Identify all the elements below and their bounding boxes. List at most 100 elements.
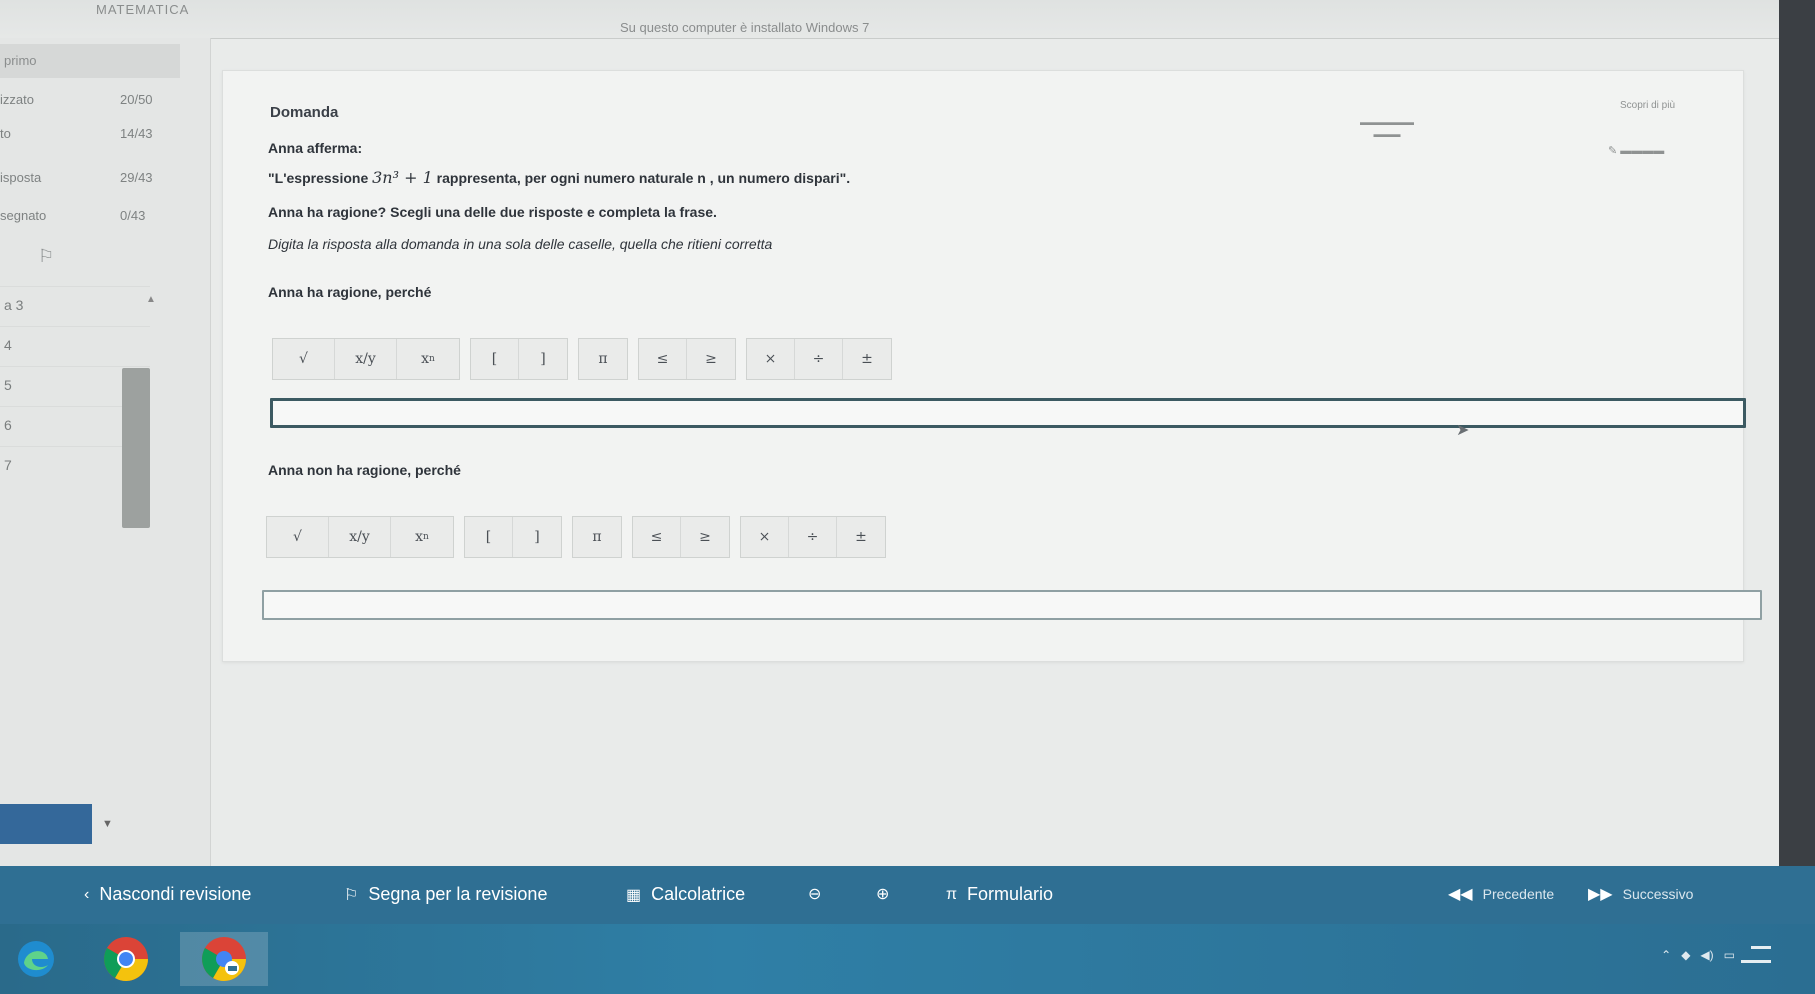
previous-icon: ◀◀ bbox=[1448, 886, 1473, 903]
window-edge bbox=[1779, 0, 1815, 994]
bracket-close-button[interactable]: ] bbox=[519, 339, 567, 379]
mark-review-label: Segna per la revisione bbox=[368, 884, 548, 904]
bracket-open-button[interactable]: [ bbox=[471, 339, 519, 379]
quote-end: rappresenta, per ogni numero naturale n … bbox=[436, 170, 851, 186]
times-button[interactable]: × bbox=[741, 517, 789, 557]
divide-button[interactable]: ÷ bbox=[789, 517, 837, 557]
exam-app-button[interactable] bbox=[180, 932, 268, 986]
leq-button[interactable]: ≤ bbox=[633, 517, 681, 557]
next-icon: ▶▶ bbox=[1588, 886, 1613, 903]
option-a-label: Anna ha ragione, perché bbox=[268, 284, 432, 300]
formulary-label: Formulario bbox=[967, 884, 1054, 904]
chevron-left-icon: ‹ bbox=[84, 885, 90, 903]
bracket-close-button[interactable]: ] bbox=[513, 517, 561, 557]
hide-review-label: Nascondi revisione bbox=[99, 884, 252, 904]
question-intro: Anna afferma: bbox=[268, 140, 363, 156]
zoom-in-icon: ⊕ bbox=[876, 886, 890, 903]
stat-value: 29/43 bbox=[120, 170, 153, 185]
windows-taskbar: ⌃ ◆ ◀) ▭ ▬▬ ▬▬▬ bbox=[0, 924, 1815, 994]
zoom-in-button[interactable]: ⊕ bbox=[876, 884, 889, 904]
toolbar-group: [ ] bbox=[470, 338, 568, 380]
toolbar-group: √ x/y xn bbox=[272, 338, 460, 380]
previous-label: Precedente bbox=[1482, 886, 1555, 902]
hide-review-button[interactable]: ‹ Nascondi revisione bbox=[84, 884, 251, 905]
tray-arrow-icon[interactable]: ⌃ bbox=[1661, 948, 1671, 962]
power-button[interactable]: xn bbox=[397, 339, 459, 379]
edge-app-button[interactable] bbox=[0, 932, 72, 986]
chrome-app-button[interactable] bbox=[90, 932, 162, 986]
toolbar-group: ≤ ≥ bbox=[638, 338, 736, 380]
plusminus-button[interactable]: ± bbox=[837, 517, 885, 557]
system-clock[interactable]: ▬▬ ▬▬▬ bbox=[1741, 940, 1771, 968]
power-exponent: n bbox=[423, 532, 429, 542]
answer-field-a[interactable] bbox=[270, 398, 1746, 428]
stat-row: segnato 0/43 bbox=[0, 198, 200, 238]
calculator-button[interactable]: ▦ Calcolatrice bbox=[626, 884, 745, 905]
geq-button[interactable]: ≥ bbox=[681, 517, 729, 557]
chevron-down-icon[interactable]: ▼ bbox=[102, 818, 113, 830]
flag-filter-icon[interactable]: ⚐ bbox=[38, 246, 54, 267]
mouse-cursor-icon: ➤ bbox=[1456, 422, 1470, 439]
sqrt-button[interactable]: √ bbox=[267, 517, 329, 557]
panel-collapse-block[interactable] bbox=[0, 804, 92, 844]
next-button[interactable]: ▶▶ Successivo bbox=[1588, 884, 1693, 904]
question-number: 7 bbox=[4, 457, 12, 473]
stat-value: 14/43 bbox=[120, 126, 153, 141]
stat-value: 20/50 bbox=[120, 92, 153, 107]
bottom-action-bar: ‹ Nascondi revisione ⚐ Segna per la revi… bbox=[0, 866, 1815, 924]
windows-notice: Su questo computer è installato Windows … bbox=[620, 20, 870, 35]
question-number: 4 bbox=[4, 337, 12, 353]
pi-button[interactable]: π bbox=[573, 517, 621, 557]
geq-button[interactable]: ≥ bbox=[687, 339, 735, 379]
stat-label: izzato bbox=[0, 92, 34, 107]
calculator-label: Calcolatrice bbox=[651, 884, 746, 904]
calculator-icon: ▦ bbox=[626, 886, 642, 904]
answer-field-b[interactable] bbox=[262, 590, 1762, 620]
stat-row: to 14/43 bbox=[0, 116, 200, 156]
previous-button[interactable]: ◀◀ Precedente bbox=[1448, 884, 1554, 904]
toolbar-group: π bbox=[572, 516, 622, 558]
panel-header: primo bbox=[0, 44, 180, 78]
math-toolbar-b: √ x/y xn [ ] π ≤ ≥ × ÷ ± bbox=[266, 516, 886, 558]
toolbar-group: × ÷ ± bbox=[746, 338, 892, 380]
toolbar-group: ≤ ≥ bbox=[632, 516, 730, 558]
timer: ▬▬▬▬▬▬ ▬▬▬ bbox=[1360, 117, 1414, 139]
chrome-icon bbox=[104, 937, 148, 981]
question-number: a 3 bbox=[4, 297, 24, 313]
question-list-item[interactable]: 4 bbox=[0, 326, 150, 367]
app-title: MATEMATICA bbox=[96, 2, 190, 17]
pi-button[interactable]: π bbox=[579, 339, 627, 379]
formulary-button[interactable]: π Formulario bbox=[946, 884, 1053, 905]
panel-scrollbar[interactable] bbox=[122, 368, 150, 528]
bracket-open-button[interactable]: [ bbox=[465, 517, 513, 557]
notification-icon[interactable]: ▭ bbox=[1724, 948, 1735, 962]
fraction-button[interactable]: x/y bbox=[335, 339, 397, 379]
stat-label: isposta bbox=[0, 170, 42, 185]
sqrt-button[interactable]: √ bbox=[273, 339, 335, 379]
tools-link[interactable]: Scopri di più bbox=[1620, 100, 1675, 111]
question-statement: "L'espressione 3n³ + 1 rappresenta, per … bbox=[268, 168, 850, 187]
plusminus-button[interactable]: ± bbox=[843, 339, 891, 379]
power-base: x bbox=[421, 351, 430, 367]
zoom-out-button[interactable]: ⊖ bbox=[808, 884, 821, 904]
leq-button[interactable]: ≤ bbox=[639, 339, 687, 379]
volume-icon[interactable]: ◀) bbox=[1700, 948, 1713, 962]
question-list-item[interactable]: a 3 bbox=[0, 286, 150, 327]
toolbar-group: √ x/y xn bbox=[266, 516, 454, 558]
mark-review-button[interactable]: ⚐ Segna per la revisione bbox=[344, 884, 547, 905]
times-button[interactable]: × bbox=[747, 339, 795, 379]
network-icon[interactable]: ◆ bbox=[1681, 948, 1690, 962]
section-title: Domanda bbox=[270, 104, 339, 121]
quote-start: "L'espressione bbox=[268, 170, 369, 186]
fraction-button[interactable]: x/y bbox=[329, 517, 391, 557]
flag-icon: ⚐ bbox=[344, 886, 359, 904]
stat-value: 0/43 bbox=[120, 208, 146, 223]
pi-icon: π bbox=[946, 885, 958, 903]
question-instruction: Digita la risposta alla domanda in una s… bbox=[268, 236, 773, 252]
toolbar-group: [ ] bbox=[464, 516, 562, 558]
toolbar-group: π bbox=[578, 338, 628, 380]
divide-button[interactable]: ÷ bbox=[795, 339, 843, 379]
review-tool-icon[interactable]: ✎ ▬▬▬▬ bbox=[1608, 144, 1664, 157]
system-tray: ⌃ ◆ ◀) ▭ bbox=[1661, 948, 1735, 962]
power-button[interactable]: xn bbox=[391, 517, 453, 557]
